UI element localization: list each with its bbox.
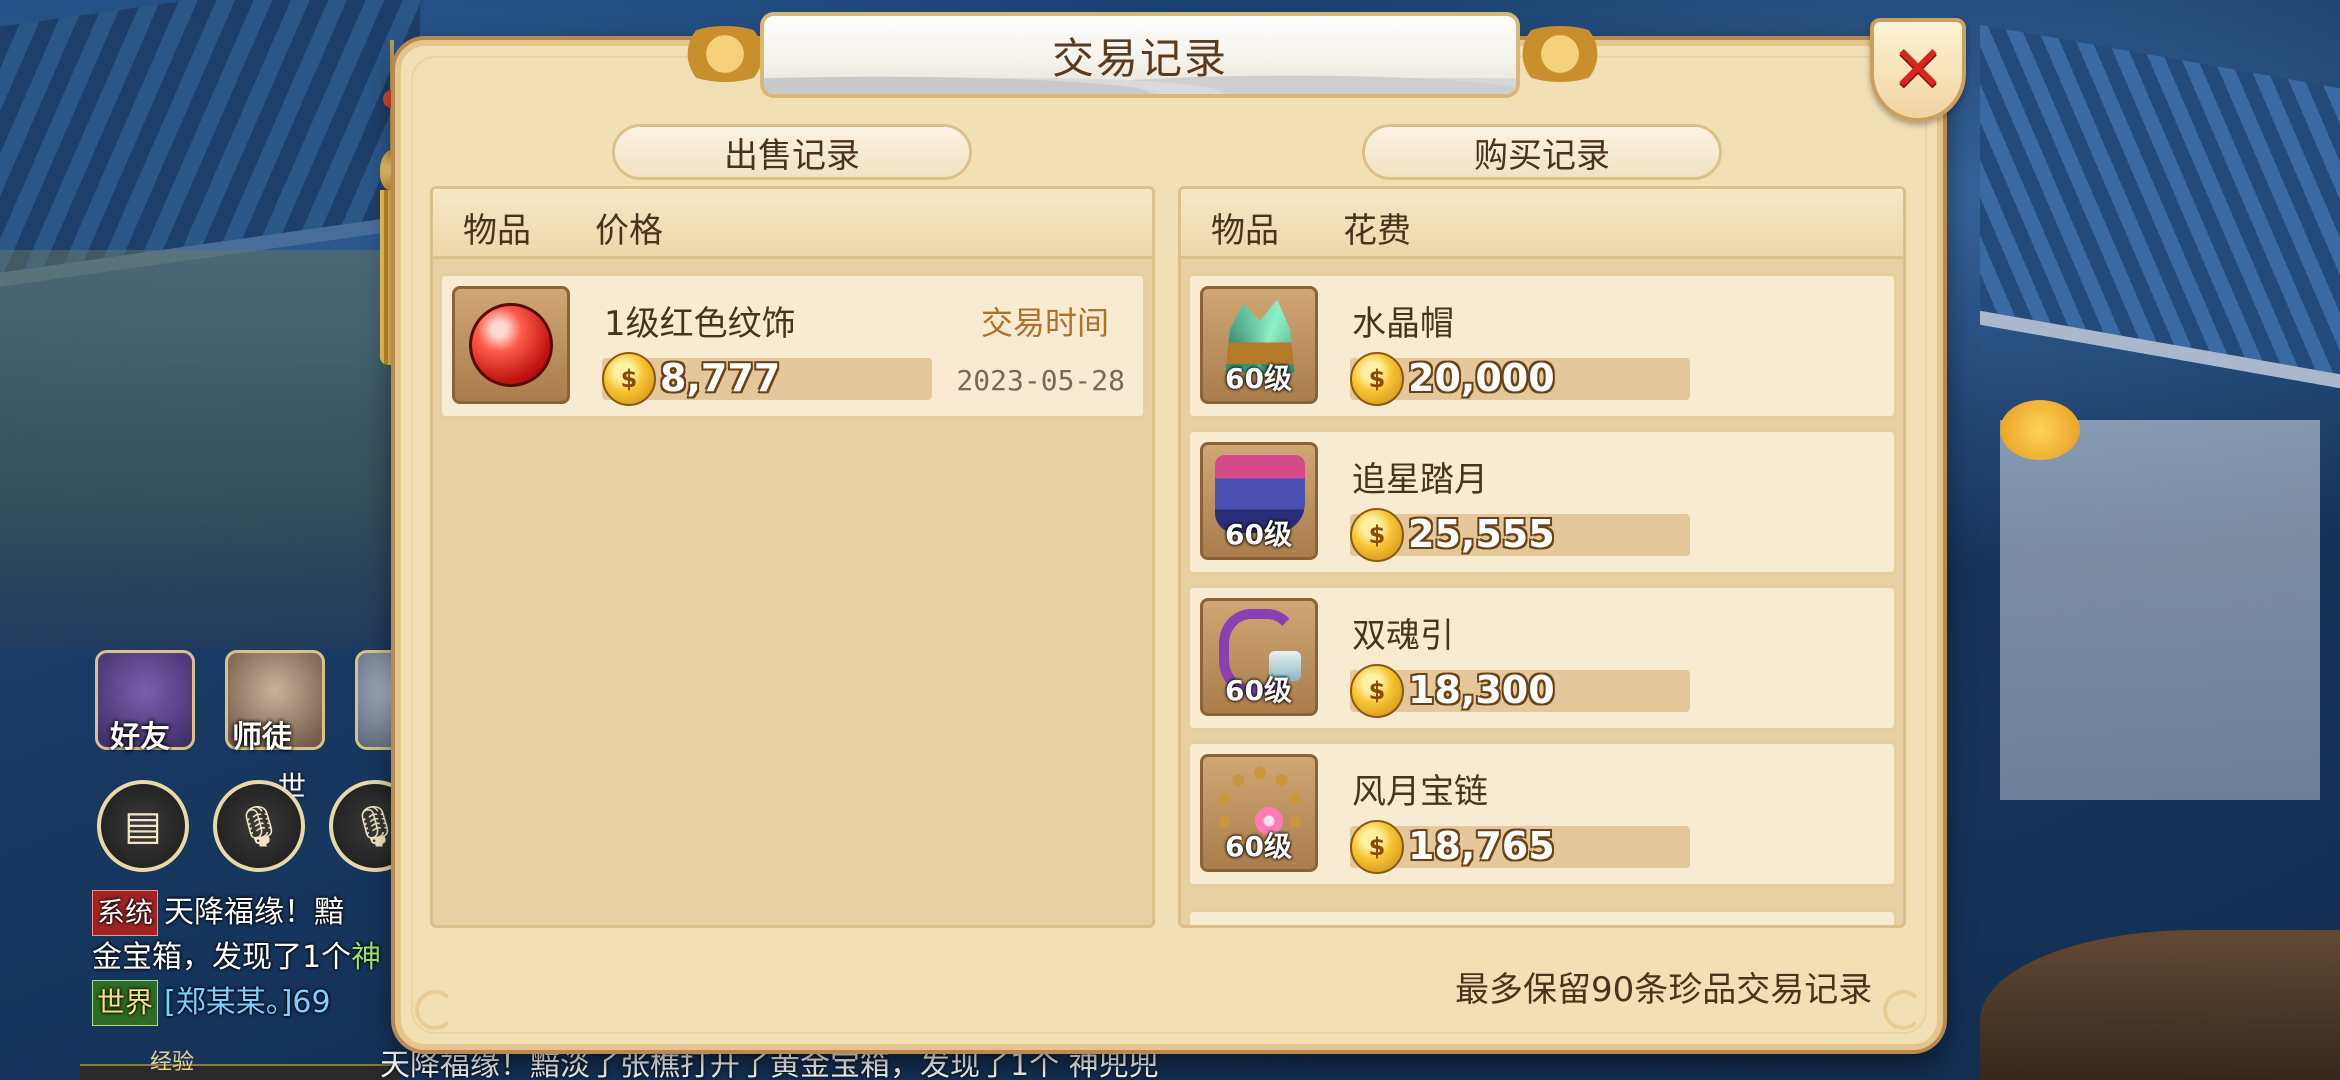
red-gem-icon <box>469 303 553 387</box>
item-name: 1级红色纹饰 <box>604 304 796 344</box>
buy-records-header: 购买记录 <box>1362 124 1722 180</box>
item-name: 追星踏月 <box>1352 460 1488 500</box>
item-icon-frame: 60级 <box>1200 754 1318 872</box>
chat-line: 金宝箱，发现了1个神 <box>92 936 412 980</box>
pavilion-right <box>2000 420 2320 800</box>
item-name: 风月宝链 <box>1352 772 1488 812</box>
item-price: 8,777 <box>660 356 781 400</box>
microphone-icon: 🎙 <box>349 803 401 850</box>
title-ornament-right <box>1505 26 1615 82</box>
mentor-label: 师徒 <box>232 720 292 755</box>
sell-records-list[interactable]: 物品 价格 1级红色纹饰 $ 8,777 交易时间 2023-05-28 <box>430 186 1155 928</box>
item-icon-frame: 60级 <box>1200 442 1318 560</box>
title-plate: 交易记录 <box>760 12 1520 98</box>
friends-label: 好友 <box>110 720 170 755</box>
chat-line: 系统 天降福缘！黯 <box>92 890 412 936</box>
close-button[interactable]: ✕ <box>1870 18 1966 122</box>
buy-record-row-partial[interactable] <box>1187 909 1897 925</box>
item-cost: 18,765 <box>1408 824 1555 868</box>
gold-coin-icon: $ <box>1350 352 1404 406</box>
item-cost: 25,555 <box>1408 512 1555 556</box>
buy-record-row[interactable]: 60级 双魂引 $ 18,300 <box>1187 585 1897 731</box>
trade-time-value: 2023-05-28 <box>956 364 1125 397</box>
retention-note: 最多保留90条珍品交易记录 <box>1455 970 1873 1010</box>
column-item: 物品 <box>463 211 531 251</box>
voice-button-1[interactable]: 🎙 <box>213 780 305 872</box>
lantern-decoration <box>2000 400 2080 460</box>
chat-log[interactable]: 系统 天降福缘！黯 金宝箱，发现了1个神 世界 [郑某某。]69 <box>92 890 412 1026</box>
sell-column-header: 物品 价格 <box>433 189 1152 259</box>
item-level: 60级 <box>1225 830 1292 863</box>
item-cost: 20,000 <box>1408 356 1555 400</box>
chat-text: 天降福缘！黯 <box>164 895 345 930</box>
item-icon-frame: 60级 <box>1200 286 1318 404</box>
chat-text: [郑某某。]69 <box>164 985 331 1020</box>
item-name: 水晶帽 <box>1352 304 1454 344</box>
chat-button[interactable]: ▤ <box>97 780 189 872</box>
close-icon: ✕ <box>1891 33 1945 107</box>
buy-record-row[interactable]: 60级 水晶帽 $ 20,000 <box>1187 273 1897 419</box>
column-item: 物品 <box>1211 211 1279 251</box>
item-level: 60级 <box>1225 674 1292 707</box>
exp-bar <box>80 1064 400 1080</box>
item-level: 60级 <box>1225 518 1292 551</box>
gold-coin-icon: $ <box>602 352 656 406</box>
sell-records-header: 出售记录 <box>612 124 972 180</box>
chat-line: 世界 [郑某某。]69 <box>92 980 412 1026</box>
chat-tag-system: 系统 <box>92 890 159 936</box>
building-left <box>0 250 400 650</box>
chat-bubble-icon: ▤ <box>124 803 162 849</box>
item-icon-frame <box>452 286 570 404</box>
microphone-icon: 🎙 <box>233 803 285 850</box>
gold-coin-icon: $ <box>1350 664 1404 718</box>
gold-coin-icon: $ <box>1350 820 1404 874</box>
buy-column-header: 物品 花费 <box>1181 189 1903 259</box>
exp-label: 经验 <box>150 1050 195 1075</box>
page-title: 交易记录 <box>1051 33 1228 83</box>
trade-time-label: 交易时间 <box>980 304 1109 342</box>
chat-highlight: 神 <box>351 940 382 975</box>
buy-record-row[interactable]: 60级 追星踏月 $ 25,555 <box>1187 429 1897 575</box>
gold-coin-icon: $ <box>1350 508 1404 562</box>
chat-text: 金宝箱，发现了1个 <box>92 940 352 975</box>
chat-tag-world: 世界 <box>92 980 159 1026</box>
column-price: 价格 <box>595 211 663 251</box>
buy-record-row[interactable]: 60级 风月宝链 $ 18,765 <box>1187 741 1897 887</box>
item-icon-frame: 60级 <box>1200 598 1318 716</box>
item-name: 双魂引 <box>1352 616 1454 656</box>
buy-records-list[interactable]: 物品 花费 60级 水晶帽 $ 20,000 60级 追星踏月 $ 25,555… <box>1178 186 1906 928</box>
sell-record-row[interactable]: 1级红色纹饰 $ 8,777 交易时间 2023-05-28 <box>439 273 1146 419</box>
item-level: 60级 <box>1225 362 1292 395</box>
item-cost: 18,300 <box>1408 668 1555 712</box>
column-cost: 花费 <box>1343 211 1411 251</box>
